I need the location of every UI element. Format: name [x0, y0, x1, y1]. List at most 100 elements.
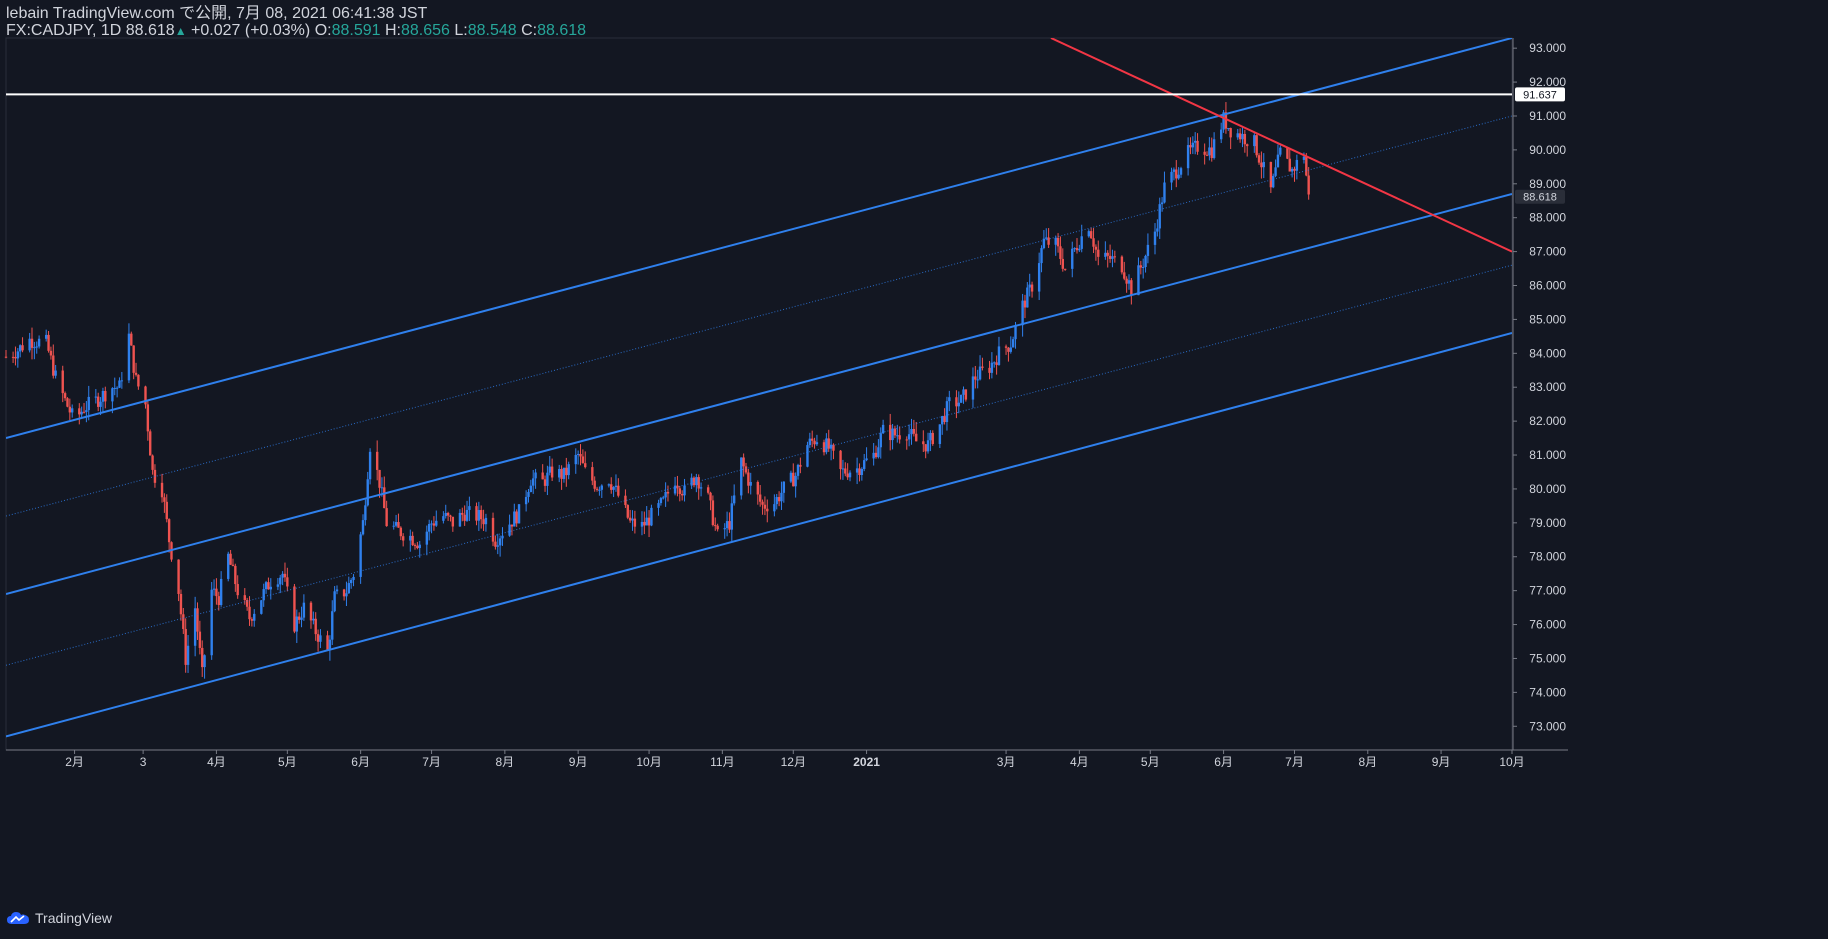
candle-body — [1238, 133, 1242, 140]
candle-body — [714, 525, 717, 527]
candle-body — [1179, 168, 1183, 175]
candle-body — [101, 390, 105, 402]
candle-body — [1146, 244, 1150, 256]
trend-line — [1050, 38, 1512, 253]
candle-body — [515, 511, 518, 524]
candle-body — [1260, 162, 1263, 168]
candle-body — [584, 463, 587, 468]
candle-body — [18, 345, 22, 352]
candle-body — [118, 380, 121, 388]
candle-body — [297, 616, 301, 620]
candle-body — [480, 510, 483, 520]
candle-body — [30, 338, 34, 348]
candle-body — [839, 450, 842, 470]
candle-body — [723, 528, 726, 530]
candle-body — [1272, 175, 1275, 188]
candle-body — [309, 602, 313, 621]
x-tick-label: 4月 — [207, 755, 226, 769]
candle-body — [1193, 140, 1197, 143]
candle-body — [595, 488, 599, 490]
candle-body — [496, 545, 499, 547]
channel-line-upper-mid — [6, 115, 1512, 517]
candle-body — [896, 435, 899, 437]
candle-body — [546, 472, 549, 486]
candle-body — [442, 516, 445, 521]
candle-body — [127, 333, 131, 381]
candle-body — [11, 356, 15, 358]
candle-body — [416, 545, 419, 549]
candle-body — [1208, 147, 1211, 156]
candle-body — [1160, 202, 1164, 205]
candle-body — [879, 433, 882, 448]
candle-body — [394, 522, 398, 526]
candle-body — [349, 579, 353, 584]
candle-body — [640, 521, 644, 527]
candle-body — [314, 618, 317, 635]
candle-body — [1106, 252, 1109, 256]
candle-body — [666, 491, 670, 494]
candle-body — [113, 387, 116, 389]
candle-body — [293, 586, 296, 632]
candle-body — [957, 402, 960, 407]
candle-body — [1087, 231, 1091, 237]
candle-body — [749, 482, 752, 486]
candle-body — [468, 506, 471, 510]
candle-body — [872, 452, 875, 459]
candle-body — [1078, 248, 1081, 251]
candle-body — [877, 447, 880, 458]
candle-body — [1028, 284, 1031, 288]
candle-body — [858, 468, 861, 475]
candle-body — [1293, 168, 1296, 171]
candle-body — [534, 472, 537, 479]
candle-body — [822, 442, 826, 453]
candle-body — [905, 439, 908, 441]
candle-body — [364, 505, 367, 521]
candle-body — [792, 472, 795, 487]
candle-body — [193, 608, 197, 646]
candle-body — [281, 573, 284, 578]
candle-body — [368, 451, 372, 480]
candle-body — [449, 515, 452, 517]
candle-body — [49, 350, 53, 356]
candle-body — [331, 611, 334, 640]
candle-body — [730, 503, 734, 530]
candle-body — [1021, 300, 1024, 326]
candle-body — [463, 514, 466, 521]
candle-body — [231, 564, 235, 566]
candle-body — [160, 482, 164, 498]
candle-body — [1186, 145, 1190, 169]
x-tick-label: 5月 — [278, 755, 297, 769]
candle-body — [1189, 145, 1192, 148]
candle-body — [614, 485, 618, 488]
candle-body — [579, 453, 582, 457]
candle-body — [891, 428, 894, 441]
x-tick-label: 7月 — [1285, 755, 1304, 769]
candle-body — [1007, 347, 1010, 352]
candle-body — [477, 510, 481, 521]
candle-body — [1061, 258, 1065, 269]
candle-body — [1191, 142, 1195, 148]
candle-body — [267, 582, 270, 590]
candle-body — [392, 525, 395, 527]
y-tick-label: 89.000 — [1529, 177, 1566, 191]
footer-brand: TradingView — [35, 910, 113, 926]
candle-body — [217, 596, 220, 606]
candle-body — [740, 457, 743, 496]
candle-body — [827, 438, 830, 449]
candle-body — [182, 614, 185, 629]
candle-body — [761, 501, 764, 505]
candle-body — [971, 376, 975, 400]
candle-body — [461, 512, 464, 515]
candle-body — [926, 440, 930, 452]
candle-body — [1137, 265, 1140, 296]
candle-body — [130, 333, 133, 346]
candle-body — [907, 434, 911, 440]
candle-body — [993, 362, 996, 364]
candle-body — [758, 494, 762, 502]
candle-body — [444, 513, 447, 517]
candle-body — [179, 593, 183, 615]
candle-body — [201, 647, 204, 668]
candle-body — [1158, 204, 1161, 229]
price-chart[interactable]: 73.000 74.000 75.000 76.000 77.000 78.000 79.0… — [0, 0, 1828, 905]
candle-body — [680, 493, 684, 496]
